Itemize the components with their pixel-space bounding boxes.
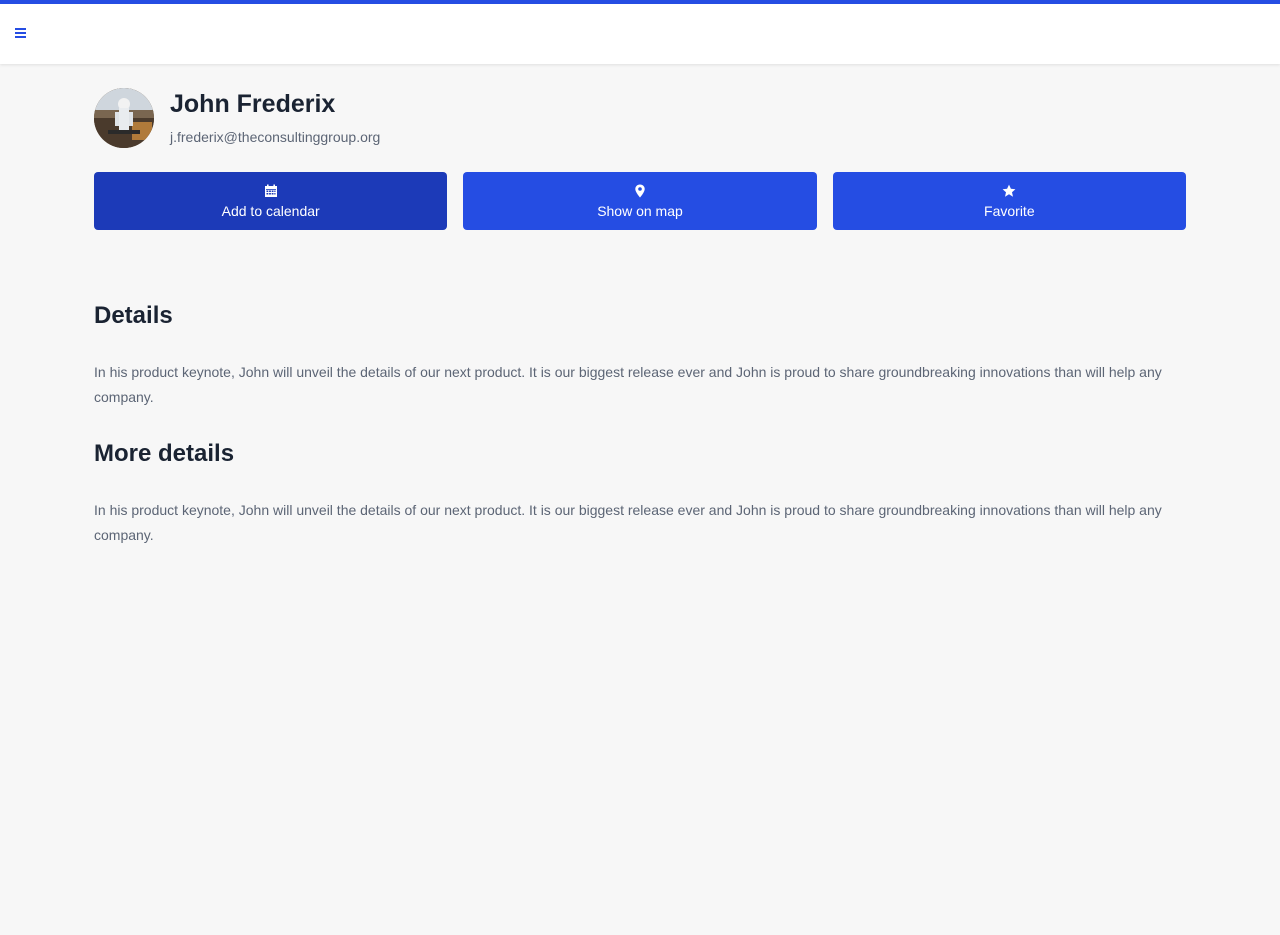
details-text: In his product keynote, John will unveil… xyxy=(94,364,1162,405)
more-details-text: In his product keynote, John will unveil… xyxy=(94,502,1162,543)
avatar xyxy=(94,88,154,148)
profile-header: John Frederix j.frederix@theconsultinggr… xyxy=(94,64,1186,172)
top-bar xyxy=(0,0,1280,64)
add-to-calendar-button[interactable]: Add to calendar xyxy=(94,172,448,230)
show-on-map-button[interactable]: Show on map xyxy=(463,172,817,230)
main-content: John Frederix j.frederix@theconsultinggr… xyxy=(94,64,1186,548)
favorite-button[interactable]: Favorite xyxy=(832,172,1186,230)
more-details-heading: More details xyxy=(94,440,235,467)
profile-name: John Frederix xyxy=(170,90,336,118)
star-icon xyxy=(1002,184,1016,197)
avatar-photo xyxy=(94,88,154,148)
action-buttons: Add to calendar Show on map Favorite xyxy=(94,172,1186,230)
hamburger-menu-icon[interactable] xyxy=(12,24,28,42)
profile-email: j.frederix@theconsultinggroup.org xyxy=(170,129,381,145)
favorite-label: Favorite xyxy=(984,202,1035,219)
map-pin-icon xyxy=(635,184,645,197)
show-on-map-label: Show on map xyxy=(597,202,683,219)
details-heading: Details xyxy=(94,302,173,329)
calendar-icon xyxy=(264,184,277,197)
add-to-calendar-label: Add to calendar xyxy=(221,202,320,219)
